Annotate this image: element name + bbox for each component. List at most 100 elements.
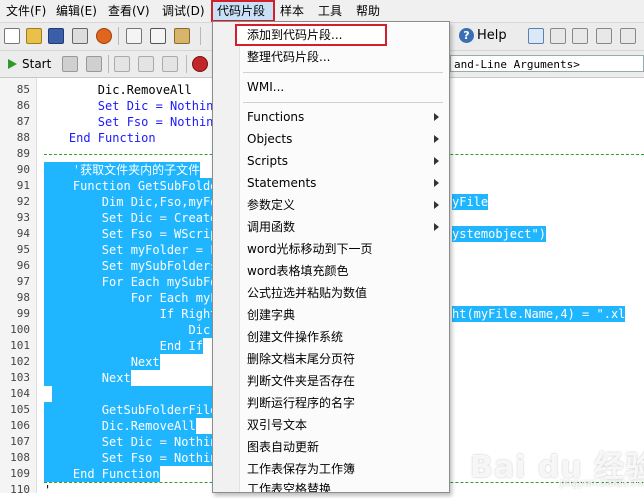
uncomment-icon[interactable] <box>572 28 588 44</box>
line-number: 107 <box>10 435 30 448</box>
submenu-arrow-icon <box>434 223 439 231</box>
line-number: 93 <box>16 211 30 224</box>
snippet-item[interactable]: word表格填充颜色 <box>213 260 449 282</box>
snippet-item[interactable]: 双引号文本 <box>213 414 449 436</box>
menu-samples[interactable]: 样本 <box>276 0 308 22</box>
menu-debug[interactable]: 调试(D) <box>158 0 209 22</box>
step-into-icon[interactable] <box>114 56 130 72</box>
submenu-label: Scripts <box>247 154 289 168</box>
pause-icon[interactable] <box>86 56 102 72</box>
submenu-objects[interactable]: Objects <box>213 128 449 150</box>
code-snippets-dropdown: 添加到代码片段... 整理代码片段... WMI... Functions Ob… <box>212 21 450 493</box>
wmi-item[interactable]: WMI... <box>213 76 449 98</box>
breakpoint-icon[interactable] <box>192 56 208 72</box>
help-button[interactable]: ? Help <box>457 26 507 46</box>
add-to-snippets-item[interactable]: 添加到代码片段... <box>235 24 387 46</box>
code-line-selected: Set Dic = Nothing <box>44 434 225 450</box>
snippet-item[interactable]: 创建文件操作系统 <box>213 326 449 348</box>
menu-file[interactable]: 文件(F) <box>2 0 50 22</box>
line-number: 88 <box>16 131 30 144</box>
watermark-url: jingyan.baidu.com <box>560 478 644 489</box>
code-line-selected: End If <box>44 338 203 354</box>
submenu-parameter-definition[interactable]: 参数定义 <box>213 194 449 216</box>
snippet-item[interactable]: 图表自动更新 <box>213 436 449 458</box>
snippet-item[interactable]: 删除文档末尾分页符 <box>213 348 449 370</box>
menu-edit[interactable]: 编辑(E) <box>52 0 101 22</box>
menu-separator <box>243 72 443 73</box>
toolbar-separator <box>118 27 119 45</box>
step-over-icon[interactable] <box>138 56 154 72</box>
code-line-selected: GetSubFolderFiles <box>44 402 225 418</box>
line-number: 96 <box>16 259 30 272</box>
line-number: 105 <box>10 403 30 416</box>
menu-bar: 文件(F) 编辑(E) 查看(V) 调试(D) 代码片段 样本 工具 帮助 <box>0 0 644 23</box>
submenu-arrow-icon <box>434 201 439 209</box>
submenu-functions[interactable]: Functions <box>213 106 449 128</box>
tool-icon[interactable] <box>620 28 636 44</box>
menu-code-snippets[interactable]: 代码片段 <box>211 0 275 22</box>
snippet-item[interactable]: 工作表保存为工作簿 <box>213 458 449 480</box>
menu-tools[interactable]: 工具 <box>314 0 346 22</box>
line-number: 90 <box>16 163 30 176</box>
record-icon[interactable] <box>96 28 112 44</box>
code-line-selected: Function GetSubFolder <box>44 178 225 194</box>
submenu-label: Functions <box>247 110 305 124</box>
toolbar-separator <box>108 55 109 73</box>
submenu-statements[interactable]: Statements <box>213 172 449 194</box>
line-number: 87 <box>16 115 30 128</box>
open-folder-icon[interactable] <box>26 28 42 44</box>
window-icon[interactable] <box>528 28 544 44</box>
line-number: 103 <box>10 371 30 384</box>
code-line-selected: For Each mySubFol <box>44 274 225 290</box>
snippet-item[interactable]: 工作表空格替换 <box>213 480 449 492</box>
snippet-item[interactable]: 判断文件夹是否存在 <box>213 370 449 392</box>
code-line-selected: Set Fso = WScript <box>44 226 225 242</box>
paste-icon[interactable] <box>174 28 190 44</box>
cut-icon[interactable] <box>126 28 142 44</box>
submenu-label: 参数定义 <box>247 198 296 212</box>
line-number: 98 <box>16 291 30 304</box>
help-label: Help <box>477 28 507 43</box>
snippet-item[interactable]: word光标移动到下一页 <box>213 238 449 260</box>
print-icon[interactable] <box>72 28 88 44</box>
new-file-icon[interactable] <box>4 28 20 44</box>
code-line-selected: '获取文件夹内的子文件 <box>44 162 201 178</box>
menu-separator <box>243 102 443 103</box>
submenu-label: Statements <box>247 176 317 190</box>
line-number: 92 <box>16 195 30 208</box>
line-number: 101 <box>10 339 30 352</box>
menu-view[interactable]: 查看(V) <box>104 0 154 22</box>
code-line-selected: If Right( <box>44 306 225 322</box>
code-line-selected: Dic(m <box>44 322 225 338</box>
snippet-item[interactable]: 公式拉选并粘贴为数值 <box>213 282 449 304</box>
snippet-item[interactable]: 创建字典 <box>213 304 449 326</box>
step-out-icon[interactable] <box>162 56 178 72</box>
snippet-item[interactable]: 判断运行程序的名字 <box>213 392 449 414</box>
line-number: 110 <box>10 483 30 496</box>
save-icon[interactable] <box>48 28 64 44</box>
comment-icon[interactable] <box>550 28 566 44</box>
submenu-arrow-icon <box>434 135 439 143</box>
submenu-label: 调用函数 <box>247 220 296 234</box>
line-number: 95 <box>16 243 30 256</box>
code-line-selected: Next <box>44 370 131 386</box>
submenu-scripts[interactable]: Scripts <box>213 150 449 172</box>
bookmark-icon[interactable] <box>596 28 612 44</box>
stop-icon[interactable] <box>62 56 78 72</box>
code-line-selected: Set myFolder = Fs <box>44 242 225 258</box>
line-number: 108 <box>10 451 30 464</box>
submenu-call-function[interactable]: 调用函数 <box>213 216 449 238</box>
organize-snippets-item[interactable]: 整理代码片段... <box>213 46 449 68</box>
copy-icon[interactable] <box>150 28 166 44</box>
command-line-arguments-field[interactable]: and-Line Arguments> <box>450 55 644 72</box>
submenu-arrow-icon <box>434 179 439 187</box>
line-number: 106 <box>10 419 30 432</box>
line-number: 97 <box>16 275 30 288</box>
line-number: 91 <box>16 179 30 192</box>
line-number: 109 <box>10 467 30 480</box>
line-number: 86 <box>16 99 30 112</box>
code-line-selected: Dim Dic,Fso,myFol <box>44 194 225 210</box>
line-number: 85 <box>16 83 30 96</box>
start-button[interactable]: Start <box>6 56 51 72</box>
menu-help[interactable]: 帮助 <box>352 0 384 22</box>
